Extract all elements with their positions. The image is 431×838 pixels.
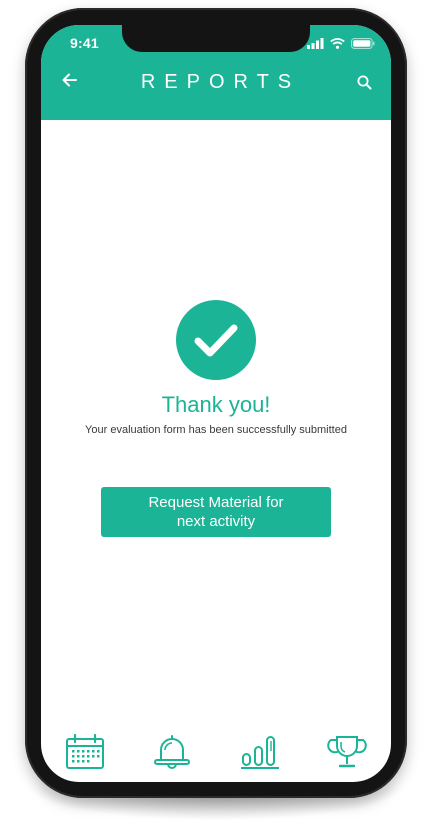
bell-icon	[154, 735, 191, 769]
signal-icon	[307, 37, 324, 49]
request-material-button[interactable]: Request Material for next activity	[101, 487, 331, 537]
device-notch	[122, 25, 310, 52]
confirmation-title: Thank you!	[161, 392, 271, 417]
search-icon	[357, 75, 372, 90]
confirmation-message: Your evaluation form has been successful…	[85, 424, 347, 436]
page-title: REPORTS	[140, 71, 301, 93]
bar-chart-icon	[240, 736, 279, 769]
battery-icon	[351, 37, 375, 49]
checkmark-icon	[194, 324, 238, 357]
status-icons	[307, 36, 375, 50]
status-time: 9:41	[70, 35, 99, 51]
wifi-icon	[330, 37, 345, 49]
tab-notifications[interactable]	[150, 730, 194, 774]
tab-reports[interactable]	[238, 730, 282, 774]
calendar-icon	[65, 734, 104, 769]
tab-bar	[41, 722, 391, 782]
search-button[interactable]	[357, 75, 372, 90]
trophy-icon	[327, 736, 368, 768]
tab-achievements[interactable]	[325, 730, 369, 774]
tab-calendar[interactable]	[63, 730, 107, 774]
app-screen: 9:41 REPORTS Thank you! Your evaluation …	[41, 25, 391, 782]
success-badge	[176, 300, 256, 380]
